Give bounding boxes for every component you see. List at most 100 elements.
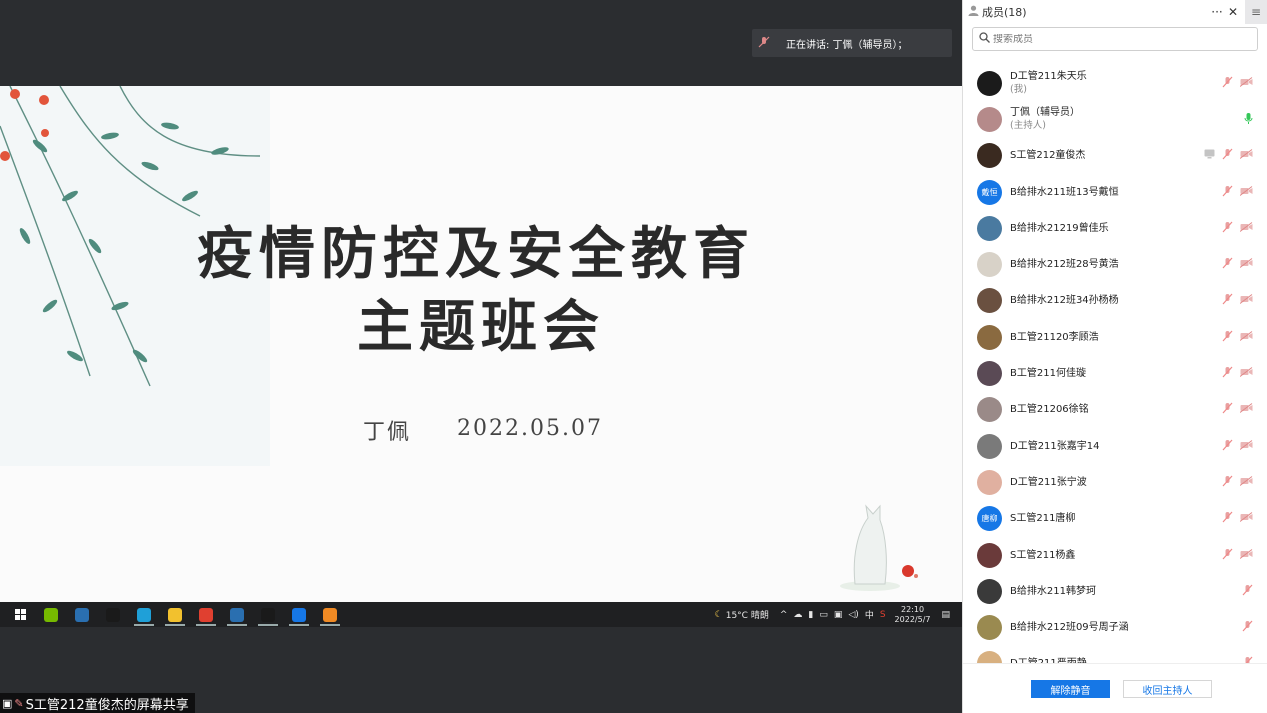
notification-icon[interactable]: ▤	[941, 610, 950, 620]
member-row[interactable]: S工管212童俊杰	[963, 138, 1267, 174]
mic-muted-icon[interactable]	[1222, 76, 1233, 91]
mic-muted-icon[interactable]	[1222, 366, 1233, 381]
member-text: S工管211唐柳	[1010, 512, 1075, 525]
qq-icon[interactable]	[99, 602, 127, 627]
mic-muted-icon[interactable]	[1242, 656, 1253, 663]
chevron-up-icon[interactable]: ^	[780, 610, 788, 620]
app-glyph	[168, 607, 182, 622]
camera-off-icon[interactable]	[1239, 367, 1253, 380]
search-input[interactable]	[993, 33, 1233, 45]
volume-icon[interactable]: ◁)	[848, 610, 858, 620]
member-row[interactable]: 戴恒 B给排水211班13号戴恒	[963, 174, 1267, 210]
member-row[interactable]: S工管211杨鑫	[963, 537, 1267, 573]
nvidia-icon[interactable]	[37, 602, 65, 627]
edge-icon[interactable]	[130, 602, 158, 627]
app-glyph	[323, 607, 337, 622]
member-row[interactable]: D工管211严雨静	[963, 646, 1267, 663]
member-row[interactable]: D工管211朱天乐 (我)	[963, 65, 1267, 101]
steam-icon[interactable]	[223, 602, 251, 627]
member-name: B给排水21219曾佳乐	[1010, 222, 1109, 234]
member-row[interactable]: B给排水211韩梦珂	[963, 573, 1267, 609]
member-name: B给排水212班28号黄浩	[1010, 259, 1119, 271]
menu-icon[interactable]: ≡	[1245, 0, 1267, 24]
camera-off-icon[interactable]	[1239, 185, 1253, 199]
screen-share-icon: ▣	[2, 696, 13, 710]
steam-icon[interactable]	[68, 602, 96, 627]
mic-active-icon[interactable]	[1244, 112, 1253, 127]
media-player-icon[interactable]	[316, 602, 344, 627]
member-row[interactable]: D工管211张嘉宇14	[963, 428, 1267, 464]
member-text: B给排水211班13号戴恒	[1010, 186, 1119, 199]
mic-muted-icon[interactable]	[1222, 185, 1233, 200]
camera-off-icon[interactable]	[1239, 548, 1253, 562]
more-options-icon[interactable]: ···	[1209, 5, 1225, 19]
windows-taskbar: ☾ 15°C 晴朗 ^ ☁ ▮ ▭ ▣ ◁) 中 S 22:10 2022/5/…	[0, 602, 962, 627]
presentation-slide: 疫情防控及安全教育 主题班会 丁佩 2022.05.07	[0, 86, 962, 602]
mic-muted-icon[interactable]	[1222, 475, 1233, 490]
mic-muted-icon: ✎	[14, 696, 24, 710]
camera-off-icon[interactable]	[1239, 76, 1253, 90]
screen-share-label: ▣ ✎ S工管212童俊杰的屏幕共享	[0, 693, 195, 713]
member-row[interactable]: B给排水212班28号黄浩	[963, 246, 1267, 282]
mic-muted-icon[interactable]	[1242, 584, 1253, 599]
mic-muted-icon[interactable]	[1242, 620, 1253, 635]
screen-share-icon[interactable]	[1204, 149, 1215, 162]
clock-date: 2022/5/7	[894, 614, 931, 624]
camera-off-icon[interactable]	[1239, 439, 1253, 453]
member-row[interactable]: B工管211何佳璇	[963, 355, 1267, 391]
member-list: D工管211朱天乐 (我) 丁佩（辅导员） (主持人) S工管212童俊杰 戴恒 B给排水2…	[963, 65, 1267, 663]
member-row[interactable]: 唐柳 S工管211唐柳	[963, 501, 1267, 537]
mic-muted-icon[interactable]	[1222, 548, 1233, 563]
mic-muted-icon[interactable]	[1222, 257, 1233, 272]
member-status	[1215, 355, 1253, 391]
member-status	[1215, 65, 1253, 101]
member-row[interactable]: B给排水21219曾佳乐	[963, 210, 1267, 246]
camera-off-icon[interactable]	[1239, 149, 1253, 162]
camera-off-icon[interactable]	[1239, 476, 1253, 489]
mic-muted-icon[interactable]	[1222, 330, 1233, 345]
member-status	[1215, 428, 1253, 464]
network-icon[interactable]: ▣	[834, 610, 843, 620]
member-status	[1215, 392, 1253, 428]
mic-muted-icon[interactable]	[1222, 439, 1233, 454]
member-role: (我)	[1010, 84, 1027, 96]
cloud-icon[interactable]: ☁	[793, 610, 802, 620]
camera-off-icon[interactable]	[1239, 221, 1253, 235]
microphone-icon[interactable]: ▮	[808, 610, 813, 620]
wps-icon[interactable]	[192, 602, 220, 627]
camera-off-icon[interactable]	[1239, 258, 1253, 271]
file-explorer-icon[interactable]	[161, 602, 189, 627]
app-glyph	[106, 607, 120, 622]
member-row[interactable]: B工管21206徐铭	[963, 392, 1267, 428]
mic-muted-icon[interactable]	[1222, 148, 1233, 163]
avatar	[977, 397, 1002, 423]
member-row[interactable]: 丁佩（辅导员） (主持人)	[963, 101, 1267, 137]
camera-off-icon[interactable]	[1239, 403, 1253, 416]
slide-title: 疫情防控及安全教育 主题班会	[0, 218, 962, 364]
mic-muted-icon[interactable]	[1222, 293, 1233, 308]
avatar	[977, 651, 1002, 663]
mic-muted-icon[interactable]	[1222, 402, 1233, 417]
battery-icon[interactable]: ▭	[819, 610, 828, 620]
reclaim-host-button[interactable]: 收回主持人	[1123, 680, 1212, 698]
speaking-text: 正在讲话: 丁佩（辅导员）；	[786, 39, 908, 51]
windows-start-icon[interactable]	[6, 602, 34, 627]
member-text: D工管211张宁波	[1010, 476, 1087, 489]
qq-icon[interactable]	[254, 602, 282, 627]
mic-muted-icon[interactable]	[1222, 221, 1233, 236]
member-row[interactable]: B给排水212班09号周子涵	[963, 609, 1267, 645]
member-row[interactable]: B给排水212班34孙杨杨	[963, 283, 1267, 319]
sogou-icon[interactable]: S	[880, 610, 886, 620]
mic-muted-icon[interactable]	[1222, 511, 1233, 526]
member-row[interactable]: D工管211张宁波	[963, 464, 1267, 500]
camera-off-icon[interactable]	[1239, 512, 1253, 525]
camera-off-icon[interactable]	[1239, 330, 1253, 344]
close-icon[interactable]: ✕	[1225, 5, 1241, 19]
avatar	[977, 215, 1002, 241]
member-row[interactable]: B工管21120李顾浩	[963, 319, 1267, 355]
ime-indicator[interactable]: 中	[865, 608, 874, 621]
camera-off-icon[interactable]	[1239, 294, 1253, 307]
unmute-button[interactable]: 解除静音	[1031, 680, 1110, 698]
taskbar-clock[interactable]: 22:10 2022/5/7	[895, 605, 931, 625]
meeting-icon[interactable]	[285, 602, 313, 627]
